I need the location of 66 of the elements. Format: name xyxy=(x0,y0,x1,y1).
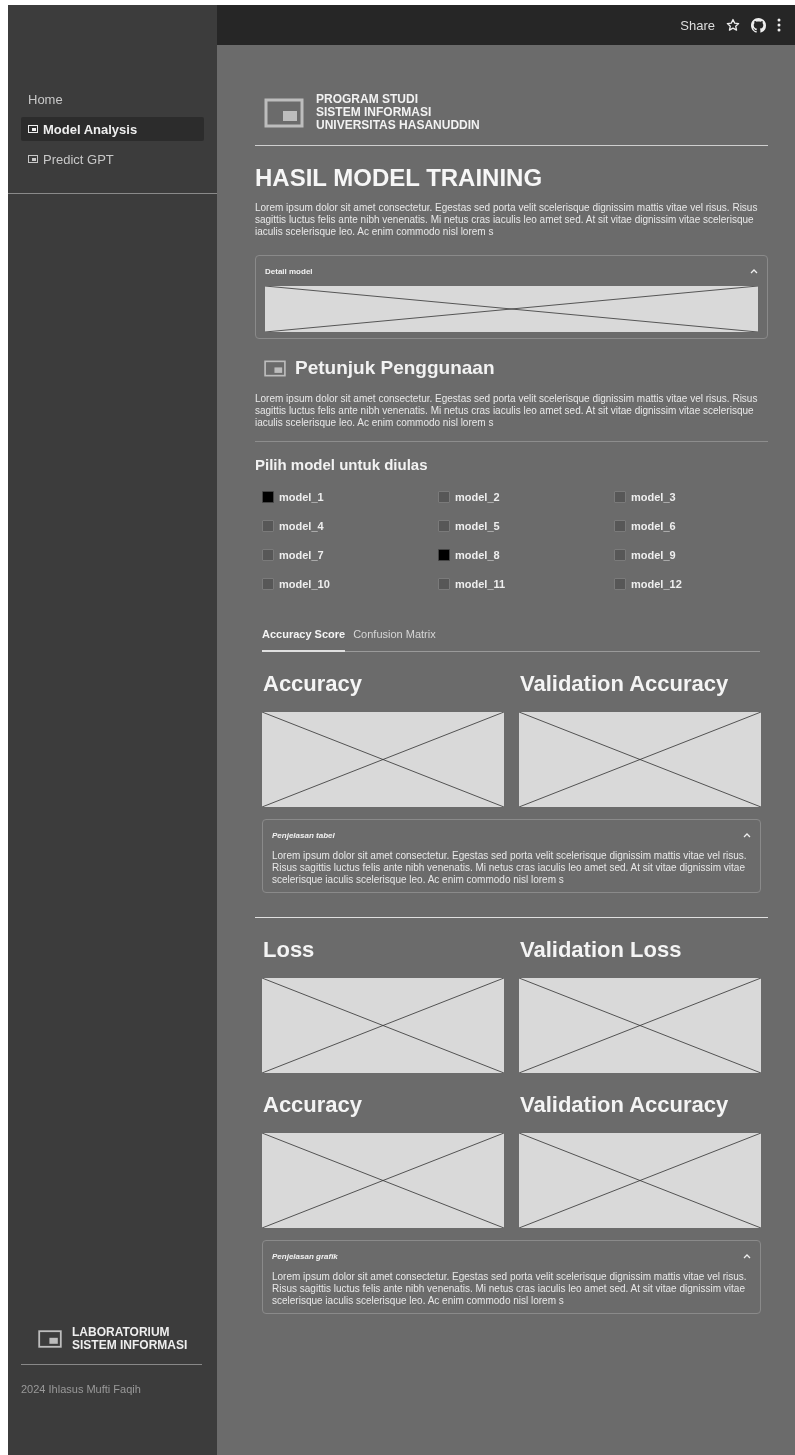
checkbox-label[interactable]: model_10 xyxy=(279,578,330,590)
checkbox-label[interactable]: model_7 xyxy=(279,549,324,561)
credit-text: 2024 Ihlasus Mufti Faqih xyxy=(21,1383,142,1395)
chart-title: Validation Accuracy xyxy=(520,670,730,698)
page-title: HASIL MODEL TRAINING xyxy=(255,164,544,192)
chart-title: Accuracy xyxy=(263,670,364,698)
expander-title: Penjelasan tabel xyxy=(272,830,335,840)
checkbox-label[interactable]: model_1 xyxy=(279,491,324,503)
chevron-up-icon[interactable] xyxy=(743,832,751,838)
intro-text: Lorem ipsum dolor sit amet consectetur. Egestas sed porta velit scelerisque dignissim mattis vitae vel risus. Risus sagittis luctus felis ante nibh venenatis. Mi netus cras iaculis leo amet sed. At sit vitae dignissim vitae scelerisque iaculis scelerisque leo. Ac enim commodo nisl lorem s xyxy=(255,202,759,238)
sidebar-item[interactable]: Home xyxy=(21,87,204,111)
checkbox[interactable] xyxy=(262,520,274,532)
checkbox-label[interactable]: model_2 xyxy=(455,491,500,503)
checkbox-label[interactable]: model_9 xyxy=(631,549,676,561)
guide-text: Lorem ipsum dolor sit amet consectetur. Egestas sed porta velit scelerisque dignissim mattis vitae vel risus. Risus sagittis luctus felis ante nibh venenatis. Mi netus cras iaculis leo amet sed. At sit vitae dignissim vitae scelerisque iaculis scelerisque leo. Ac enim commodo nisl lorem s xyxy=(255,393,759,429)
checkbox[interactable] xyxy=(614,520,626,532)
logo-text: SISTEM INFORMASI xyxy=(72,1339,188,1352)
checkbox-label[interactable]: model_3 xyxy=(631,491,676,503)
sidebar-item[interactable]: Model Analysis xyxy=(21,117,204,141)
page-icon xyxy=(28,125,38,133)
checkbox-label[interactable]: model_8 xyxy=(455,549,500,561)
section-heading: Pilih model untuk diulas xyxy=(255,456,429,473)
tab[interactable]: Confusion Matrix xyxy=(353,628,436,652)
logo-text: PROGRAM STUDI xyxy=(316,93,419,106)
checkbox[interactable] xyxy=(614,578,626,590)
checkbox[interactable] xyxy=(438,520,450,532)
logo-text: UNIVERSITAS HASANUDDIN xyxy=(316,119,480,132)
checkbox[interactable] xyxy=(262,578,274,590)
sidebar-item[interactable]: Predict GPT xyxy=(21,147,204,171)
expander-header[interactable]: Detail model xyxy=(265,264,758,278)
checkbox[interactable] xyxy=(438,549,450,561)
frame-icon xyxy=(264,97,304,128)
checkbox[interactable] xyxy=(438,491,450,503)
cat-silhouette-icon[interactable] xyxy=(751,17,766,33)
checkbox-label[interactable]: model_5 xyxy=(455,520,500,532)
frame-icon xyxy=(38,1330,62,1348)
checkbox[interactable] xyxy=(614,491,626,503)
share-button[interactable]: Share xyxy=(680,17,715,33)
checkbox[interactable] xyxy=(438,578,450,590)
frame-icon xyxy=(264,359,286,377)
expander-title: Detail model xyxy=(265,266,313,276)
explanation-text: Lorem ipsum dolor sit amet consectetur. Egestas sed porta velit scelerisque dignissim mattis vitae vel risus. Risus sagittis luctus felis ante nibh venenatis. Mi netus cras iaculis leo amet sed. At sit vitae dignissim vitae scelerisque iaculis scelerisque leo. Ac enim commodo nisl lorem s xyxy=(272,850,748,886)
logo-text: SISTEM INFORMASI xyxy=(316,106,433,119)
more-menu-icon[interactable] xyxy=(777,18,781,32)
chevron-up-icon[interactable] xyxy=(743,1253,751,1259)
page-icon xyxy=(28,155,38,163)
checkbox[interactable] xyxy=(614,549,626,561)
checkbox-label[interactable]: model_11 xyxy=(455,578,506,590)
checkbox-label[interactable]: model_12 xyxy=(631,578,682,590)
checkbox[interactable] xyxy=(262,491,274,503)
checkbox-label[interactable]: model_6 xyxy=(631,520,676,532)
expander-title: Penjelasan grafik xyxy=(272,1251,338,1261)
explanation-text: Lorem ipsum dolor sit amet consectetur. Egestas sed porta velit scelerisque dignissim mattis vitae vel risus. Risus sagittis luctus felis ante nibh venenatis. Mi netus cras iaculis leo amet sed. At sit vitae dignissim vitae scelerisque iaculis scelerisque leo. Ac enim commodo nisl lorem s xyxy=(272,1271,748,1307)
section-heading: Petunjuk Penggunaan xyxy=(295,357,495,379)
chart-title: Validation Accuracy xyxy=(520,1091,730,1119)
checkbox-label[interactable]: model_4 xyxy=(279,520,324,532)
chevron-up-icon[interactable] xyxy=(750,268,758,274)
tab[interactable]: Accuracy Score xyxy=(262,628,346,652)
expander-header[interactable]: Penjelasan tabel xyxy=(272,828,751,842)
checkbox[interactable] xyxy=(262,549,274,561)
chart-title: Accuracy xyxy=(263,1091,364,1119)
star-icon[interactable] xyxy=(726,18,740,32)
chart-title: Loss xyxy=(263,936,316,964)
expander-header[interactable]: Penjelasan grafik xyxy=(272,1249,751,1263)
logo-text: LABORATORIUM xyxy=(72,1326,171,1339)
chart-title: Validation Loss xyxy=(520,936,683,964)
